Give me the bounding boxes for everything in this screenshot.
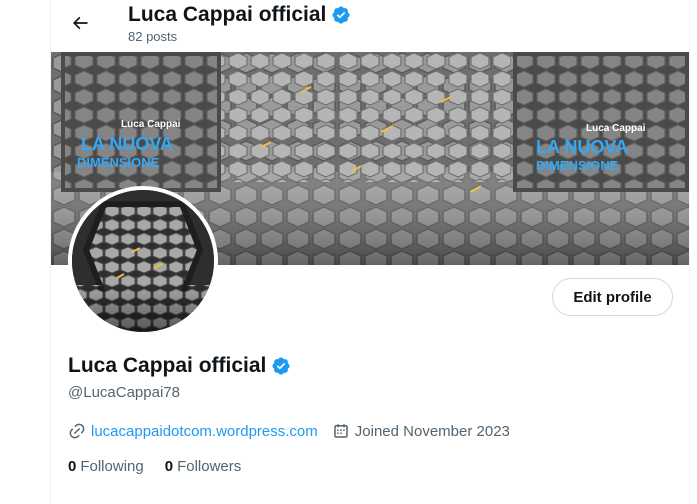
avatar-hex-frame (82, 201, 204, 299)
header-title: Luca Cappai official (128, 3, 351, 27)
header-name-text: Luca Cappai official (128, 3, 327, 26)
followers-count: 0 (164, 458, 174, 475)
banner-right-artist: Luca Cappai (586, 123, 646, 134)
banner-left-panel: Luca Cappai LA NUOVA DIMENSIONE (61, 52, 221, 192)
followers-label: Followers (177, 458, 242, 475)
following-link[interactable]: 0 Following (68, 458, 144, 475)
profile-handle: @LucaCappai78 (68, 384, 180, 401)
verified-badge-icon (332, 6, 350, 24)
profile-name-text: Luca Cappai official (68, 354, 267, 377)
banner-left-subtitle: DIMENSIONE (77, 155, 160, 170)
profile-meta: lucacappaidotcom.wordpress.com Joined No… (68, 422, 510, 440)
right-column (689, 0, 697, 504)
banner-right-panel: Luca Cappai LA NUOVA DIMENSIONE (513, 52, 689, 192)
posts-count: 82 posts (128, 29, 178, 44)
profile-header: Luca Cappai official 82 posts (51, 0, 689, 52)
website-link[interactable]: lucacappaidotcom.wordpress.com (91, 423, 318, 440)
followers-link[interactable]: 0 Followers (165, 458, 242, 475)
following-label: Following (80, 458, 144, 475)
back-button[interactable] (65, 8, 95, 38)
follow-stats: 0 Following 0 Followers (68, 458, 241, 475)
link-icon (69, 423, 85, 439)
calendar-icon (334, 424, 348, 438)
profile-display-name: Luca Cappai official (68, 354, 291, 378)
joined-date: Joined November 2023 (354, 422, 510, 440)
verified-badge-icon[interactable] (271, 356, 291, 376)
arrow-left-icon (72, 16, 88, 30)
banner-left-artist: Luca Cappai (121, 119, 181, 130)
profile-avatar[interactable] (68, 186, 218, 336)
banner-left-title: LA NUOVA (81, 134, 173, 154)
left-column (0, 0, 51, 504)
edit-profile-button[interactable]: Edit profile (552, 278, 673, 316)
joined-item: Joined November 2023 (332, 422, 510, 440)
banner-right-subtitle: DIMENSIONE (536, 158, 619, 173)
banner-right-title: LA NUOVA (536, 137, 628, 157)
website-item: lucacappaidotcom.wordpress.com (68, 422, 318, 440)
following-count: 0 (68, 458, 77, 475)
